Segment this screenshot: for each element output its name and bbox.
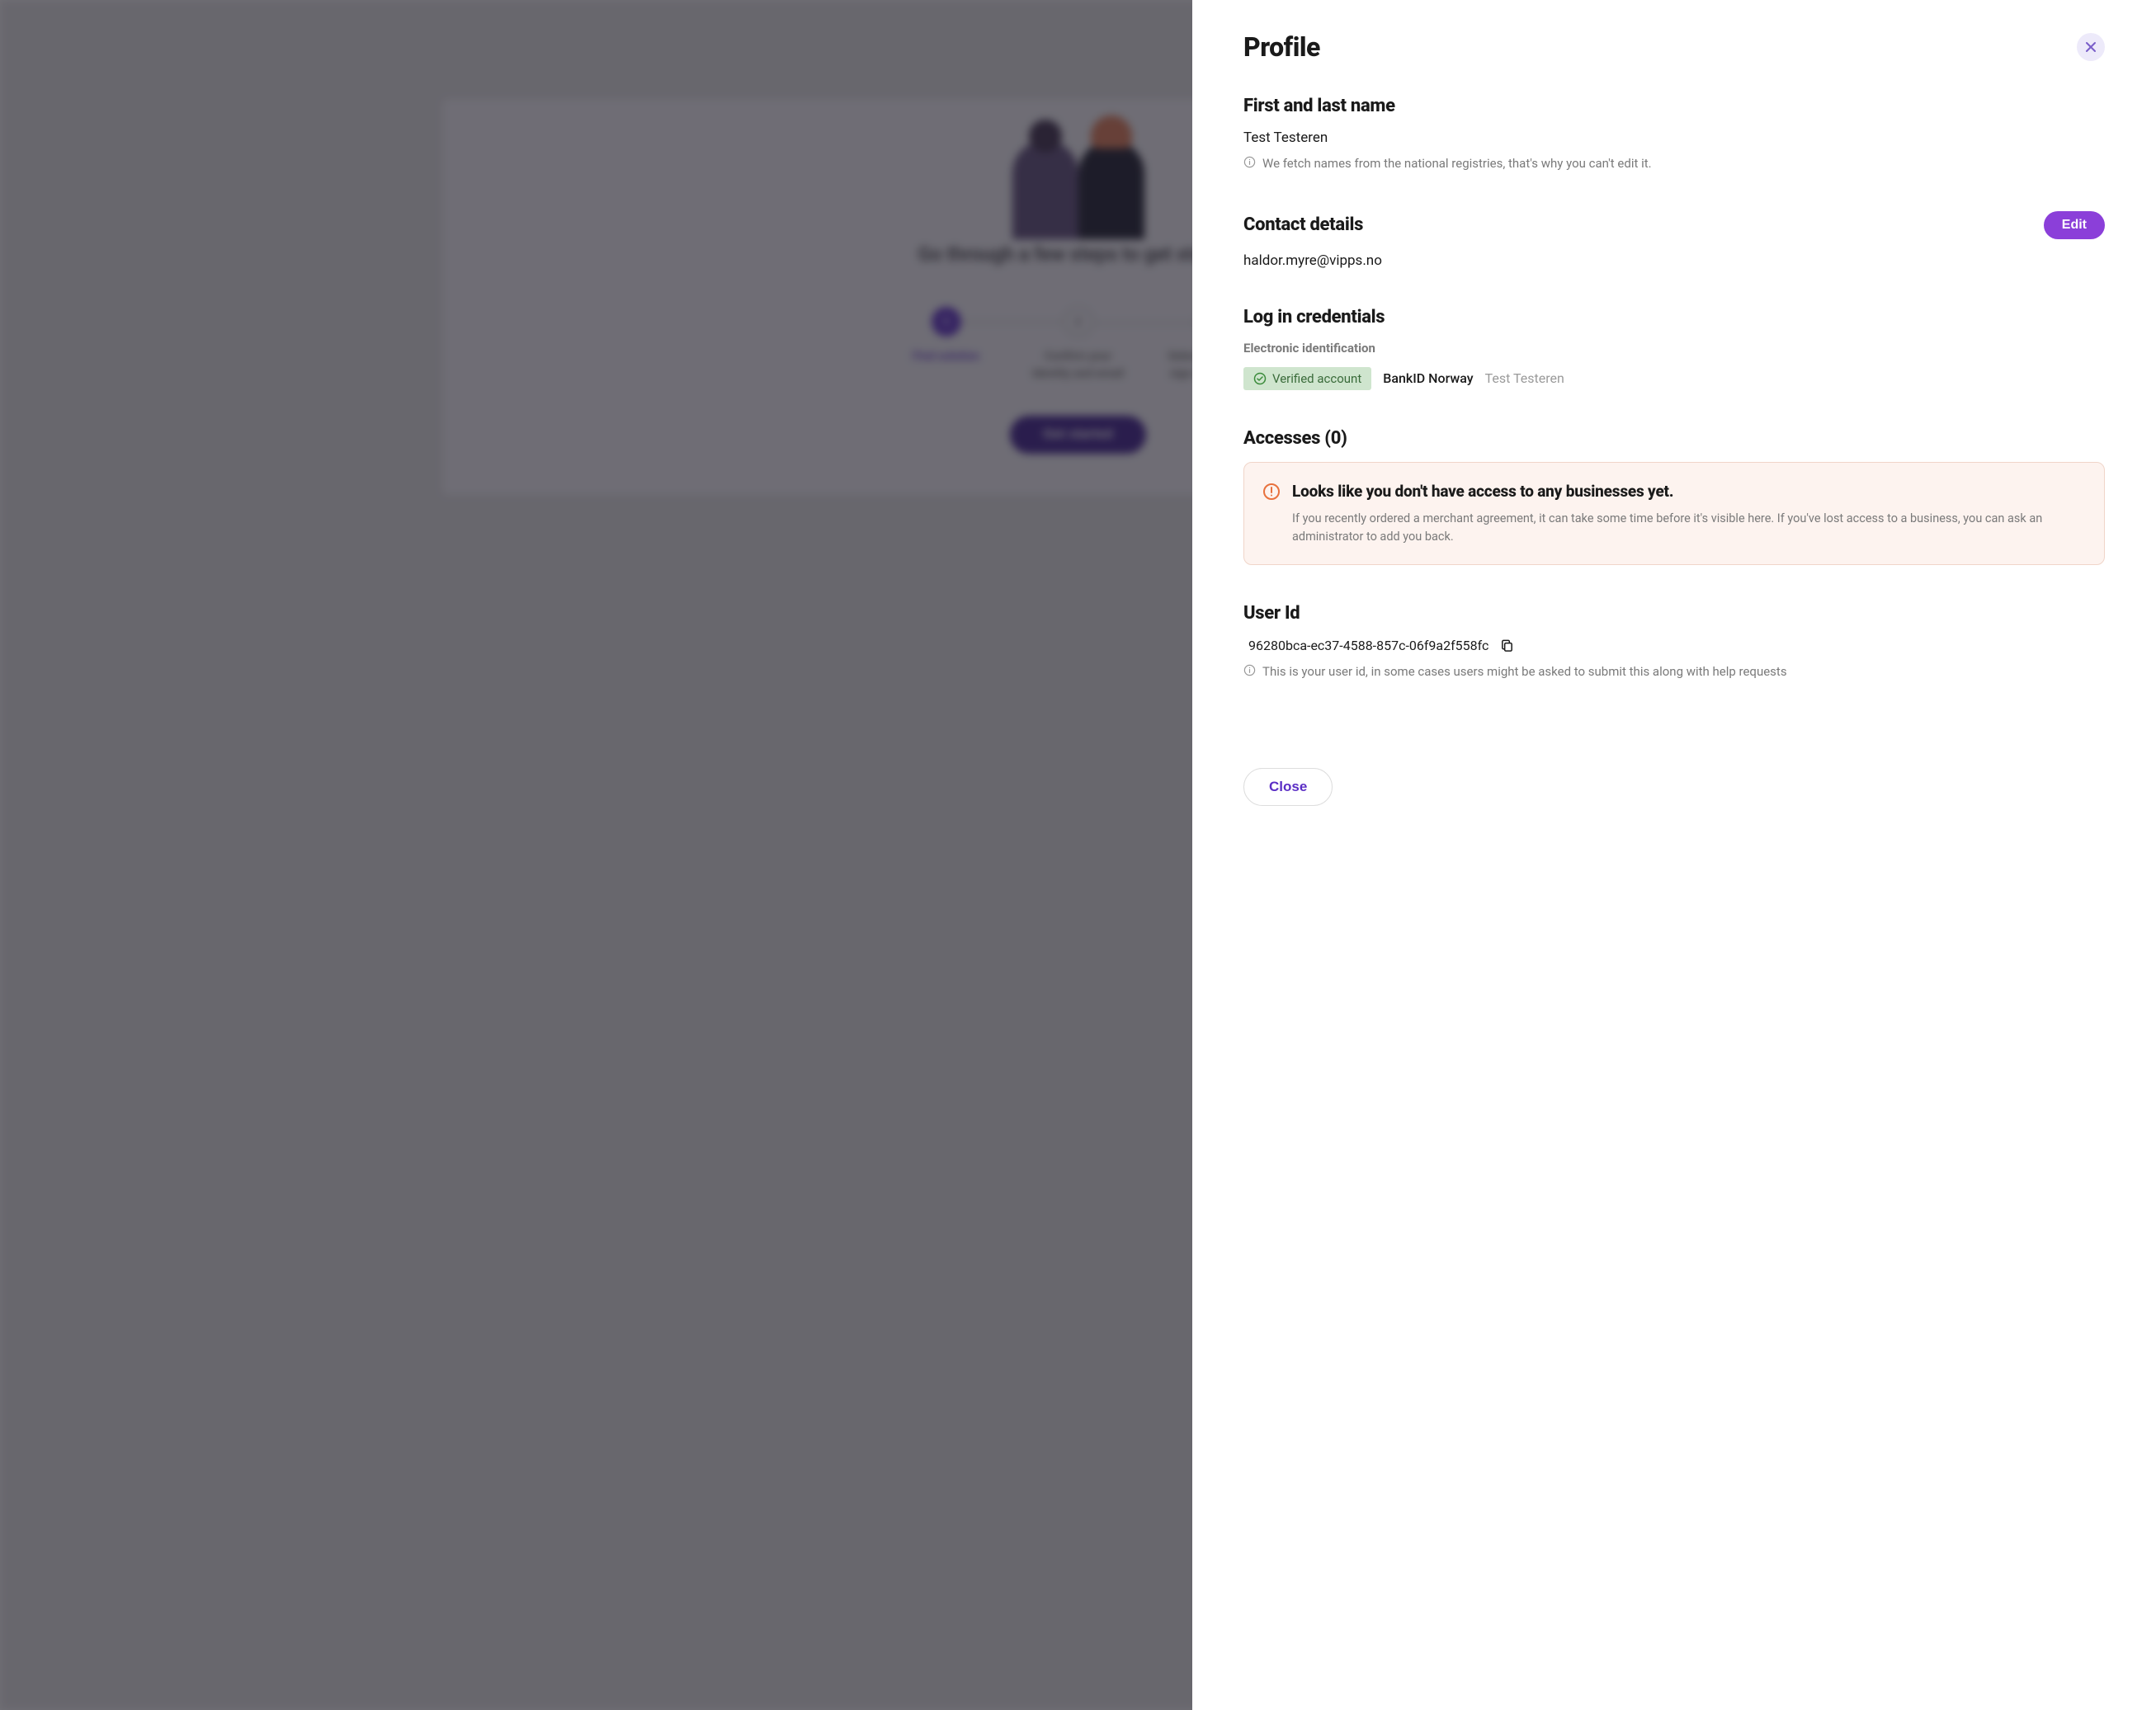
credential-provider: BankID Norway: [1383, 370, 1473, 386]
alert-title: Looks like you don't have access to any …: [1292, 481, 2086, 502]
userid-section-title: User Id: [1243, 603, 1300, 624]
close-icon-button[interactable]: [2077, 33, 2105, 61]
userid-info-row: This is your user id, in some cases user…: [1243, 662, 2105, 681]
copy-icon: [1500, 638, 1514, 652]
accesses-section-title: Accesses (0): [1243, 428, 1347, 449]
name-info-text: We fetch names from the national registr…: [1262, 154, 1652, 173]
userid-value: 96280bca-ec37-4588-857c-06f9a2f558fc: [1248, 638, 1488, 653]
credentials-section: Log in credentials Electronic identifica…: [1243, 307, 2105, 390]
credential-row: Verified account BankID Norway Test Test…: [1243, 367, 2105, 390]
contact-email: haldor.myre@vipps.no: [1243, 252, 2105, 269]
credential-name: Test Testeren: [1485, 370, 1564, 386]
panel-title: Profile: [1243, 31, 1320, 63]
profile-panel: Profile First and last name Test Testere…: [1192, 0, 2156, 1710]
info-icon: [1243, 664, 1256, 676]
info-icon: [1243, 156, 1256, 168]
accesses-section: Accesses (0) Looks like you don't have a…: [1243, 428, 2105, 565]
check-circle-icon: [1253, 372, 1267, 385]
verified-badge-label: Verified account: [1272, 371, 1361, 386]
userid-info-text: This is your user id, in some cases user…: [1262, 662, 1787, 681]
name-info-row: We fetch names from the national registr…: [1243, 154, 2105, 173]
name-section: First and last name Test Testeren We fet…: [1243, 96, 2105, 173]
accesses-alert: Looks like you don't have access to any …: [1243, 462, 2105, 565]
contact-section: Contact details Edit haldor.myre@vipps.n…: [1243, 211, 2105, 269]
userid-row: 96280bca-ec37-4588-857c-06f9a2f558fc: [1243, 637, 2105, 654]
userid-section: User Id 96280bca-ec37-4588-857c-06f9a2f5…: [1243, 603, 2105, 681]
verified-badge: Verified account: [1243, 367, 1371, 390]
name-value: Test Testeren: [1243, 130, 2105, 146]
credentials-subtitle: Electronic identification: [1243, 341, 2105, 356]
close-button[interactable]: Close: [1243, 768, 1333, 806]
edit-contact-button[interactable]: Edit: [2044, 211, 2105, 239]
credentials-section-title: Log in credentials: [1243, 307, 1385, 327]
contact-section-title: Contact details: [1243, 214, 1363, 235]
copy-userid-button[interactable]: [1498, 637, 1516, 654]
panel-header: Profile: [1243, 31, 2105, 63]
alert-text: If you recently ordered a merchant agree…: [1292, 510, 2086, 546]
name-section-title: First and last name: [1243, 96, 1395, 116]
close-icon: [2085, 41, 2097, 53]
alert-icon: [1262, 483, 1281, 501]
